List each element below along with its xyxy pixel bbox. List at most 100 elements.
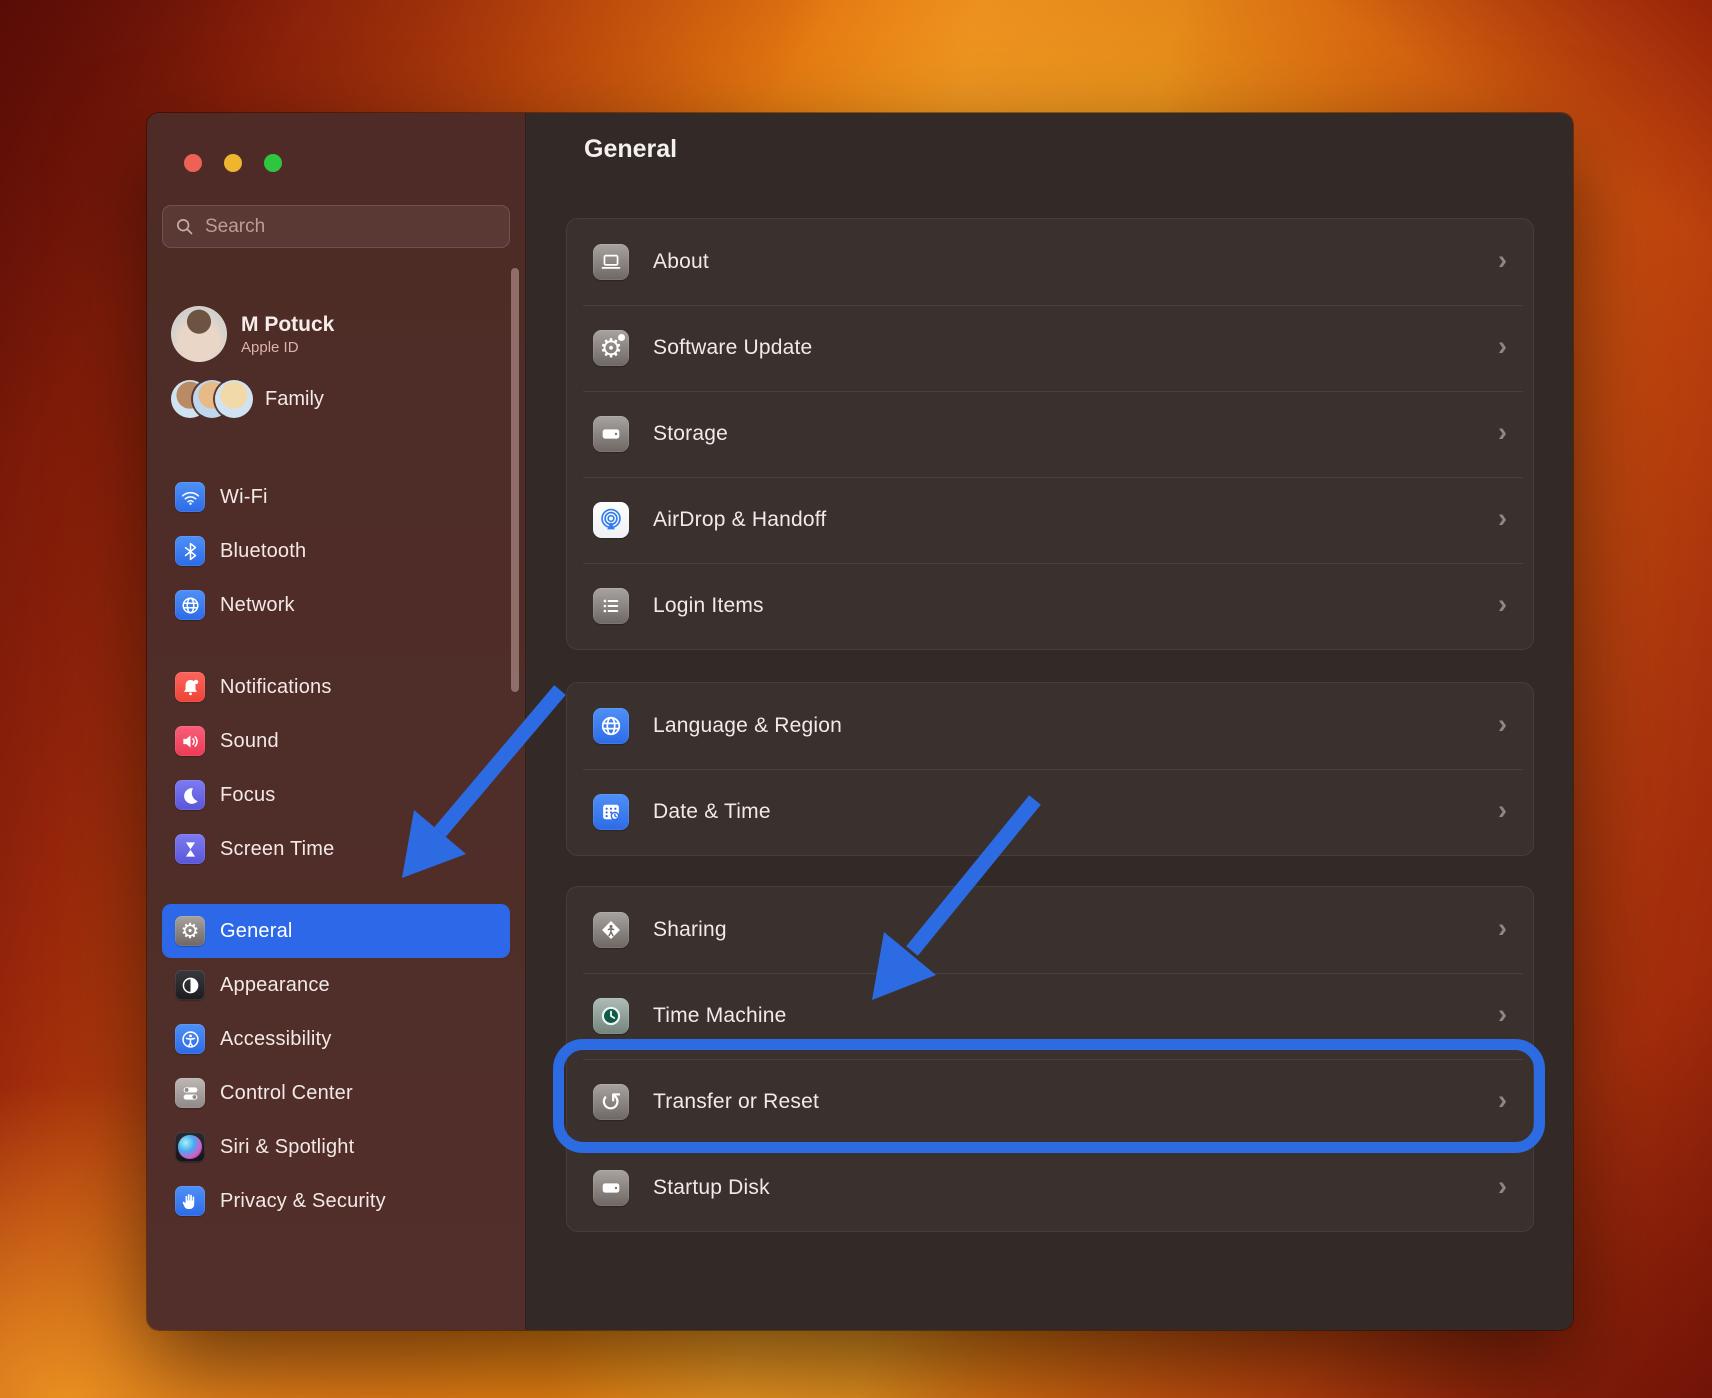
sidebar-item-label: Sound [220,729,279,752]
traffic-lights [184,154,282,172]
sidebar-nav-group: ⚙ General Appearance Accessibility Control C… [162,904,510,1228]
settings-row-login-items[interactable]: Login Items › [567,563,1533,649]
apple-id-label: Apple ID [241,338,299,356]
hourglass-icon [175,834,205,864]
sidebar-item-label: Privacy & Security [220,1189,386,1212]
user-name: M Potuck [241,313,335,337]
chevron-right-icon: › [1498,588,1507,619]
drive-icon [593,1170,629,1206]
system-settings-window: M Potuck Apple ID Family Wi-Fi Bluetooth N… [147,113,1573,1330]
sidebar-nav: Wi-Fi Bluetooth Network Notifications Sound F… [162,470,510,1228]
settings-row-sharing[interactable]: Sharing › [567,887,1533,973]
chevron-right-icon: › [1498,794,1507,825]
search-field[interactable] [162,205,510,248]
sidebar: M Potuck Apple ID Family Wi-Fi Bluetooth N… [147,113,526,1330]
speaker-icon [175,726,205,756]
settings-row-about[interactable]: About › [567,219,1533,305]
settings-row-airdrop-handoff[interactable]: AirDrop & Handoff › [567,477,1533,563]
settings-row-label: Login Items [653,594,764,617]
chevron-right-icon: › [1498,502,1507,533]
minimize-button[interactable] [224,154,242,172]
family-label: Family [265,387,324,410]
settings-groups: About › ⚙ Software Update › Storage › AirDrop &… [566,218,1534,1232]
apple-id-row[interactable]: M Potuck Apple ID [171,306,510,362]
chevron-right-icon: › [1498,708,1507,739]
chevron-right-icon: › [1498,1084,1507,1115]
settings-row-label: AirDrop & Handoff [653,508,827,531]
chevron-right-icon: › [1498,244,1507,275]
sidebar-item-siri-spotlight[interactable]: Siri & Spotlight [162,1120,510,1174]
sidebar-item-label: Focus [220,783,276,806]
gear-icon: ⚙ [175,916,205,946]
settings-row-label: About [653,250,709,273]
sidebar-item-label: Bluetooth [220,539,307,562]
globe-icon [175,590,205,620]
siri-icon [175,1132,205,1162]
chevron-right-icon: › [1498,912,1507,943]
search-input[interactable] [203,214,497,239]
sidebar-scrollbar[interactable] [511,268,519,692]
settings-row-label: Time Machine [653,1004,787,1027]
family-row[interactable]: Family [171,376,510,422]
search-icon [176,218,193,235]
sidebar-item-label: Screen Time [220,837,335,860]
sidebar-item-focus[interactable]: Focus [162,768,510,822]
sidebar-nav-group: Wi-Fi Bluetooth Network [162,470,510,632]
zoom-button[interactable] [264,154,282,172]
settings-row-software-update[interactable]: ⚙ Software Update › [567,305,1533,391]
settings-group-card: Sharing › Time Machine › ↺ Transfer or Reset ›… [566,886,1534,1232]
sidebar-item-label: Wi-Fi [220,485,268,508]
list-icon [593,588,629,624]
settings-row-label: Date & Time [653,800,771,823]
sidebar-item-control-center[interactable]: Control Center [162,1066,510,1120]
user-avatar [171,306,227,362]
moon-icon [175,780,205,810]
settings-row-language-region[interactable]: Language & Region › [567,683,1533,769]
settings-row-label: Storage [653,422,728,445]
drive-icon [593,416,629,452]
sidebar-item-accessibility[interactable]: Accessibility [162,1012,510,1066]
settings-row-label: Transfer or Reset [653,1090,820,1113]
toggles-icon [175,1078,205,1108]
sidebar-nav-group: Notifications Sound Focus Screen Time [162,660,510,876]
accessibility-icon [175,1024,205,1054]
settings-row-transfer-or-reset[interactable]: ↺ Transfer or Reset › [567,1059,1533,1145]
sidebar-item-privacy-security[interactable]: Privacy & Security [162,1174,510,1228]
sidebar-item-general[interactable]: ⚙ General [162,904,510,958]
wifi-icon [175,482,205,512]
sharing-icon [593,912,629,948]
calendar-icon [593,794,629,830]
settings-row-storage[interactable]: Storage › [567,391,1533,477]
time-machine-icon [593,998,629,1034]
settings-row-label: Language & Region [653,714,843,737]
sidebar-item-label: Accessibility [220,1027,332,1050]
sidebar-item-screen-time[interactable]: Screen Time [162,822,510,876]
sidebar-item-sound[interactable]: Sound [162,714,510,768]
hand-icon [175,1186,205,1216]
sidebar-item-appearance[interactable]: Appearance [162,958,510,1012]
settings-row-label: Sharing [653,918,727,941]
laptop-icon [593,244,629,280]
sidebar-item-wifi[interactable]: Wi-Fi [162,470,510,524]
bell-icon [175,672,205,702]
settings-row-time-machine[interactable]: Time Machine › [567,973,1533,1059]
settings-group-card: About › ⚙ Software Update › Storage › AirDrop &… [566,218,1534,650]
sidebar-item-label: Control Center [220,1081,353,1104]
general-pane: General About › ⚙ Software Update › Storage › A… [526,113,1573,1330]
sidebar-item-notifications[interactable]: Notifications [162,660,510,714]
page-title: General [584,135,678,163]
sidebar-item-bluetooth[interactable]: Bluetooth [162,524,510,578]
sidebar-item-label: Appearance [220,973,330,996]
gear-badge-icon: ⚙ [593,330,629,366]
bluetooth-icon [175,536,205,566]
settings-row-startup-disk[interactable]: Startup Disk › [567,1145,1533,1231]
chevron-right-icon: › [1498,998,1507,1029]
close-button[interactable] [184,154,202,172]
settings-row-date-time[interactable]: Date & Time › [567,769,1533,855]
sidebar-item-label: Notifications [220,675,332,698]
chevron-right-icon: › [1498,1170,1507,1201]
sidebar-item-network[interactable]: Network [162,578,510,632]
chevron-right-icon: › [1498,416,1507,447]
reset-arrow-icon: ↺ [593,1084,629,1120]
globe-icon [593,708,629,744]
